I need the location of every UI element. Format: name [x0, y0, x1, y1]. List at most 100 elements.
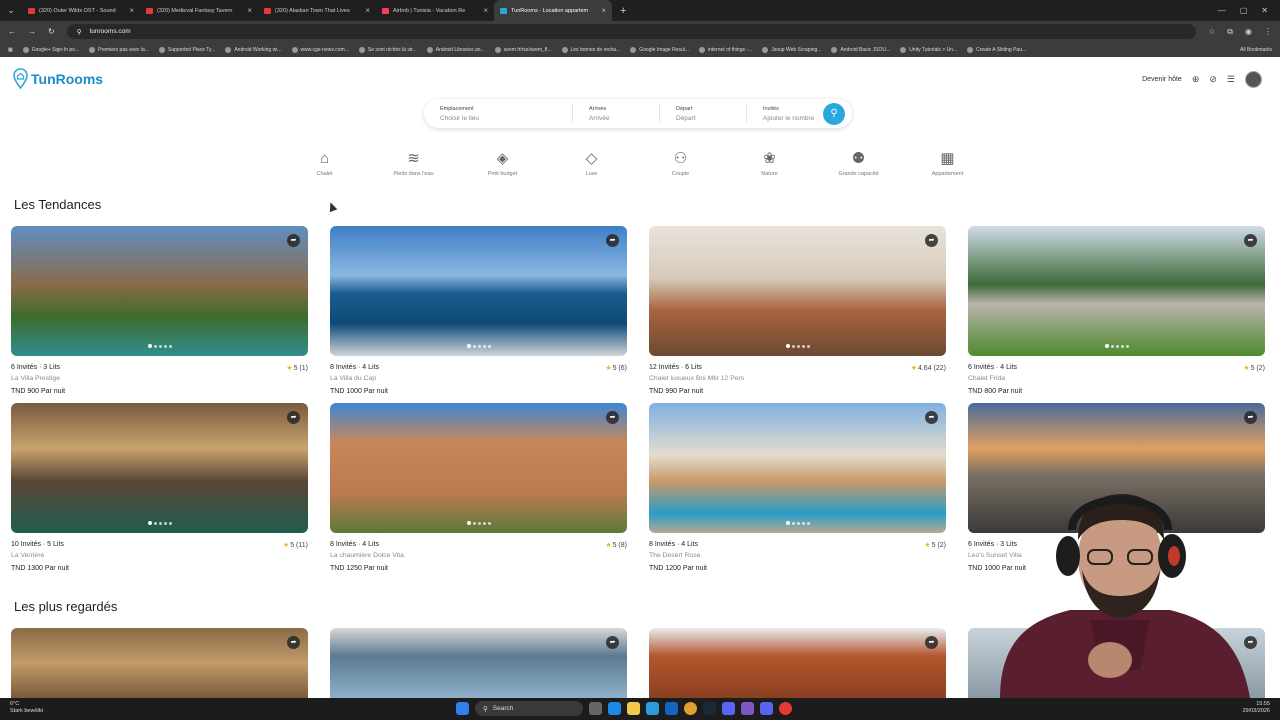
maximize-icon[interactable]: ▢ [1240, 6, 1248, 15]
category-couple[interactable]: ⚇ Couple [636, 150, 725, 177]
close-window-icon[interactable]: ✕ [1261, 6, 1268, 15]
share-icon[interactable]: ➦ [287, 636, 300, 649]
tab-close-icon[interactable]: × [601, 6, 606, 15]
carousel-dot[interactable] [158, 521, 162, 525]
bookmark-item[interactable]: Android Libraries an... [426, 46, 485, 53]
bookmark-item[interactable]: Les bornes de recha... [561, 46, 620, 53]
category-building[interactable]: ▦ Appartement [903, 150, 992, 177]
carousel-dot[interactable] [472, 344, 476, 348]
bookmark-item[interactable]: www.cge-news.com... [291, 46, 349, 53]
weather-widget[interactable]: 6°C Stark bewölkt [10, 701, 43, 715]
store-icon[interactable] [646, 702, 659, 715]
listing-photo[interactable]: ➦ [11, 628, 308, 698]
bookmark-item[interactable]: Unity Tutorials > Un... [900, 46, 957, 53]
share-icon[interactable]: ➦ [287, 411, 300, 424]
become-host-link[interactable]: Devenir hôte [1142, 76, 1182, 83]
listing-photo[interactable]: ➦ [11, 403, 308, 533]
carousel-dot[interactable] [158, 344, 162, 348]
carousel-dot[interactable] [487, 521, 491, 525]
carousel-dot[interactable] [806, 521, 810, 525]
carousel-dot[interactable] [801, 521, 805, 525]
share-icon[interactable]: ➦ [606, 636, 619, 649]
carousel-dot[interactable] [791, 521, 795, 525]
start-icon[interactable] [456, 702, 469, 715]
listing-photo[interactable]: ➦ [330, 628, 627, 698]
recording-icon[interactable] [779, 702, 792, 715]
browser-tab[interactable]: (320) Outer Wilds OST - Sound × [22, 0, 140, 21]
carousel-dot[interactable] [477, 521, 481, 525]
carousel-dot[interactable] [1125, 344, 1129, 348]
location-field[interactable]: Emplacement Choisir le lieu [424, 99, 572, 128]
carousel-dot[interactable] [168, 344, 172, 348]
listing-photo[interactable]: ➦ [11, 226, 308, 356]
new-tab-button[interactable]: + [612, 5, 634, 17]
user-avatar[interactable] [1245, 71, 1262, 88]
carousel-dots[interactable] [1104, 344, 1129, 348]
taskbar-search[interactable]: ⚲ Search [475, 701, 583, 716]
bookmark-item[interactable]: internet of things -... [699, 46, 752, 53]
bookmark-item[interactable]: Premiers pas avec la... [89, 46, 149, 53]
hamburger-menu-icon[interactable]: ☰ [1227, 74, 1235, 85]
carousel-dot[interactable] [168, 521, 172, 525]
listing-photo[interactable]: ➦ [330, 226, 627, 356]
carousel-dots[interactable] [147, 344, 172, 348]
file-explorer-icon[interactable] [627, 702, 640, 715]
listing-card[interactable]: ➦ 8 Invités · 4 Lits La chaumière Dolce Vi… [330, 403, 627, 572]
carousel-dot[interactable] [785, 521, 790, 525]
share-icon[interactable]: ➦ [925, 411, 938, 424]
minimize-icon[interactable]: — [1218, 6, 1226, 15]
edge-icon[interactable] [608, 702, 621, 715]
app-icon[interactable] [741, 702, 754, 715]
share-icon[interactable]: ➦ [925, 234, 938, 247]
extensions-icon[interactable]: ⧉ [1227, 27, 1233, 37]
all-bookmarks-button[interactable]: All Bookmarks [1240, 47, 1272, 53]
category-waves[interactable]: ≋ Pieds dans l'eau [369, 150, 458, 177]
carousel-dot[interactable] [1104, 344, 1109, 348]
browser-tab[interactable]: TunRooms - Location appartem × [494, 0, 612, 21]
carousel-dot[interactable] [796, 521, 800, 525]
bookmark-item[interactable]: Supported Place Ty... [159, 46, 215, 53]
forward-icon[interactable]: → [28, 27, 36, 36]
carousel-dots[interactable] [466, 344, 491, 348]
listing-card[interactable]: ➦ 6 Invités · 3 Lits La Villa Prestige TND … [11, 226, 308, 395]
departure-field[interactable]: Départ Départ [660, 99, 746, 128]
globe-icon[interactable]: ⊕ [1192, 74, 1200, 85]
share-icon[interactable]: ➦ [606, 234, 619, 247]
listing-card[interactable]: ➦ 8 Invités · 4 Lits La Villa du Cap TND 10… [330, 226, 627, 395]
listing-card[interactable]: ➦ [649, 628, 946, 698]
system-clock[interactable]: 15:55 29/03/2026 [1242, 701, 1270, 715]
carousel-dot[interactable] [477, 344, 481, 348]
tab-close-icon[interactable]: × [483, 6, 488, 15]
url-field[interactable]: ⚲ tunrooms.com [66, 24, 1197, 39]
bookmark-item[interactable]: Google+ Sign-In po... [22, 46, 79, 53]
arrival-field[interactable]: Arrivée Arrivée [573, 99, 659, 128]
carousel-dots[interactable] [785, 344, 810, 348]
mail-icon[interactable] [665, 702, 678, 715]
apps-icon[interactable]: ▦ [8, 47, 13, 53]
listing-card[interactable]: ➦ [11, 628, 308, 698]
listing-photo[interactable]: ➦ [649, 403, 946, 533]
category-chalet[interactable]: ⌂ Chalet [280, 150, 369, 177]
tab-list-icon[interactable]: ⌄ [0, 5, 22, 16]
category-nature[interactable]: ❀ Nature [725, 150, 814, 177]
chrome-icon[interactable] [684, 702, 697, 715]
share-icon[interactable]: ➦ [606, 411, 619, 424]
carousel-dot[interactable] [147, 521, 152, 525]
site-info-icon[interactable]: ⚲ [77, 28, 82, 36]
share-icon[interactable]: ➦ [287, 234, 300, 247]
bookmark-item[interactable]: Android Basic JSOU... [831, 46, 890, 53]
tab-close-icon[interactable]: × [247, 6, 252, 15]
carousel-dot[interactable] [163, 344, 167, 348]
bookmark-item[interactable]: Jsoup Web Scraping... [762, 46, 821, 53]
carousel-dot[interactable] [487, 344, 491, 348]
listing-card[interactable]: ➦ 8 Invités · 4 Lits The Desert Rose TND 12… [649, 403, 946, 572]
listing-photo[interactable]: ➦ [649, 628, 946, 698]
listing-photo[interactable]: ➦ [330, 403, 627, 533]
bookmark-star-icon[interactable]: ☆ [1208, 27, 1215, 37]
discord-icon[interactable] [760, 702, 773, 715]
carousel-dots[interactable] [466, 521, 491, 525]
reload-icon[interactable]: ↻ [48, 27, 55, 36]
carousel-dot[interactable] [153, 521, 157, 525]
category-group[interactable]: ⚉ Grande capacité [814, 150, 903, 177]
carousel-dot[interactable] [1115, 344, 1119, 348]
